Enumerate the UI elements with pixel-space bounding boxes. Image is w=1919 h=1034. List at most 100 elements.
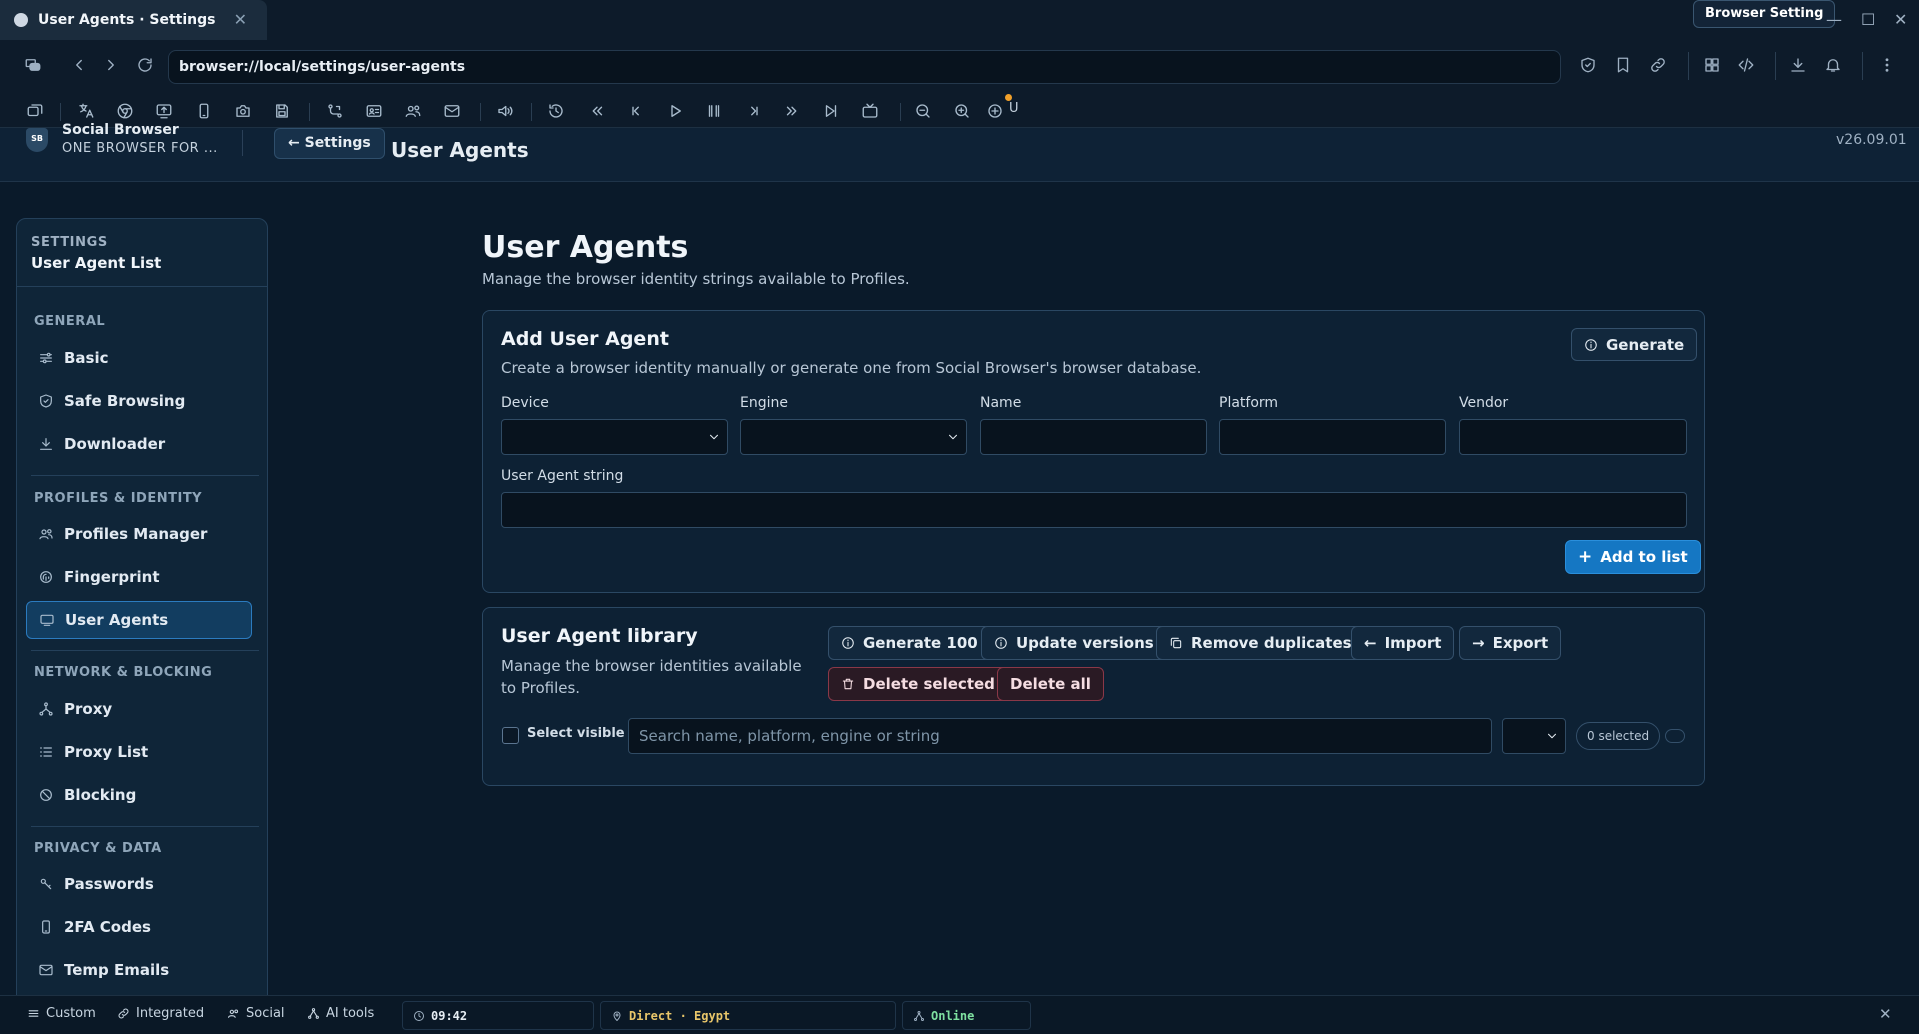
reload-icon[interactable] xyxy=(136,56,154,74)
mail-icon[interactable] xyxy=(443,102,461,120)
add-to-list-button[interactable]: + Add to list xyxy=(1565,540,1701,574)
brand-tagline: ONE BROWSER FOR ... xyxy=(62,141,218,156)
tv-icon[interactable] xyxy=(861,102,879,120)
rewind-icon[interactable] xyxy=(588,102,606,120)
network-icon xyxy=(307,1007,320,1020)
library-search-input[interactable]: Search name, platform, engine or string xyxy=(628,718,1492,754)
sidebar-group-privacy: PRIVACY & DATA xyxy=(34,841,162,856)
history-icon[interactable] xyxy=(547,102,565,120)
devtools-icon[interactable] xyxy=(1737,56,1755,74)
notification-dot xyxy=(1005,94,1012,101)
status-social[interactable]: Social xyxy=(227,1006,285,1021)
info-icon xyxy=(841,636,855,650)
user-indicator-icon[interactable]: U xyxy=(1009,101,1019,116)
bookmark-icon[interactable] xyxy=(1614,56,1632,74)
tab-close-icon[interactable]: ✕ xyxy=(234,10,247,29)
screen-share-icon[interactable] xyxy=(155,102,173,120)
forward-icon[interactable] xyxy=(102,56,120,74)
phone-icon xyxy=(38,919,54,935)
translate-icon[interactable] xyxy=(77,102,95,120)
close-window-icon[interactable]: ✕ xyxy=(1894,10,1907,29)
chrome-icon[interactable] xyxy=(116,102,134,120)
play-icon[interactable] xyxy=(666,102,684,120)
delete-all-button[interactable]: Delete all xyxy=(997,667,1104,701)
sidebar-item-2fa-codes[interactable]: 2FA Codes xyxy=(26,908,252,946)
step-forward-icon[interactable] xyxy=(745,102,763,120)
engine-select[interactable] xyxy=(740,419,967,455)
vendor-input[interactable] xyxy=(1459,419,1687,455)
delete-selected-label: Delete selected xyxy=(863,675,995,693)
import-button[interactable]: ← Import xyxy=(1351,626,1455,660)
separator xyxy=(60,103,61,121)
sidebar-kicker: SETTINGS xyxy=(31,235,108,250)
tab-title: User Agents · Settings xyxy=(38,12,216,28)
brand-name: Social Browser xyxy=(62,122,179,138)
device-select[interactable] xyxy=(501,419,728,455)
bell-icon[interactable] xyxy=(1824,56,1842,74)
remove-duplicates-button[interactable]: Remove duplicates xyxy=(1156,626,1365,660)
step-back-icon[interactable] xyxy=(627,102,645,120)
select-visible-checkbox[interactable] xyxy=(502,727,519,744)
sidebar-item-downloader[interactable]: Downloader xyxy=(26,425,252,463)
update-versions-label: Update versions xyxy=(1016,634,1154,652)
sidebar-item-basic[interactable]: Basic xyxy=(26,339,252,377)
sidebar-item-temp-emails[interactable]: Temp Emails xyxy=(26,951,252,989)
sidebar-item-profiles-manager[interactable]: Profiles Manager xyxy=(26,515,252,553)
workflow-icon[interactable] xyxy=(326,102,344,120)
address-bar[interactable]: browser://local/settings/user-agents xyxy=(168,50,1561,84)
back-to-settings-button[interactable]: ← Settings xyxy=(274,128,385,159)
shield-check-icon[interactable] xyxy=(1579,56,1597,74)
sidebar-item-blocking[interactable]: Blocking xyxy=(26,776,252,814)
generate-100-button[interactable]: Generate 100 xyxy=(828,626,991,660)
vpn-icon[interactable] xyxy=(986,102,1004,120)
sidebar-group-network: NETWORK & BLOCKING xyxy=(34,665,213,680)
download-icon[interactable] xyxy=(1789,56,1807,74)
zoom-in-icon[interactable] xyxy=(953,102,971,120)
sidebar-item-fingerprint[interactable]: Fingerprint xyxy=(26,558,252,596)
id-card-icon[interactable] xyxy=(365,102,383,120)
minimize-icon[interactable]: — xyxy=(1826,10,1842,29)
windows-icon[interactable] xyxy=(26,102,44,120)
ua-string-input[interactable] xyxy=(501,492,1687,528)
export-button[interactable]: → Export xyxy=(1459,626,1562,660)
zoom-out-icon[interactable] xyxy=(914,102,932,120)
accounts-icon[interactable] xyxy=(404,102,422,120)
maximize-icon[interactable]: ☐ xyxy=(1861,10,1875,29)
ua-string-label: User Agent string xyxy=(501,468,624,484)
sidebar-item-proxy[interactable]: Proxy xyxy=(26,690,252,728)
update-versions-button[interactable]: Update versions xyxy=(981,626,1167,660)
sidebar-item-safe-browsing[interactable]: Safe Browsing xyxy=(26,382,252,420)
status-integrated[interactable]: Integrated xyxy=(117,1006,204,1021)
status-custom[interactable]: Custom xyxy=(27,1006,96,1021)
menu-icon[interactable] xyxy=(24,56,42,74)
mobile-icon[interactable] xyxy=(195,102,213,120)
separator xyxy=(309,103,310,121)
pause-icon[interactable] xyxy=(705,102,723,120)
save-icon[interactable] xyxy=(273,102,291,120)
sidebar-item-proxy-list[interactable]: Proxy List xyxy=(26,733,252,771)
more-menu-icon[interactable] xyxy=(1878,56,1896,74)
browser-setting-badge[interactable]: Browser Setting xyxy=(1693,0,1836,28)
delete-selected-button[interactable]: Delete selected xyxy=(828,667,1008,701)
camera-icon[interactable] xyxy=(234,102,252,120)
filter-select[interactable] xyxy=(1502,718,1566,754)
skip-end-icon[interactable] xyxy=(822,102,840,120)
extensions-icon[interactable] xyxy=(1703,56,1721,74)
proxy-status-box[interactable]: Direct · Egypt xyxy=(600,1001,896,1030)
status-ai-tools[interactable]: AI tools xyxy=(307,1006,374,1021)
link-icon[interactable] xyxy=(1649,56,1667,74)
delete-all-label: Delete all xyxy=(1010,675,1091,693)
name-input[interactable] xyxy=(980,419,1207,455)
block-icon xyxy=(38,787,54,803)
generate-button[interactable]: Generate xyxy=(1571,328,1698,361)
fast-forward-icon[interactable] xyxy=(783,102,801,120)
browser-tab[interactable]: User Agents · Settings ✕ xyxy=(0,0,267,40)
speaker-icon[interactable] xyxy=(496,102,514,120)
sidebar-item-label: Downloader xyxy=(64,435,166,453)
sidebar-item-user-agents[interactable]: User Agents xyxy=(26,601,252,639)
back-icon[interactable] xyxy=(70,56,88,74)
sidebar-item-passwords[interactable]: Passwords xyxy=(26,865,252,903)
sidebar-header: SETTINGS User Agent List xyxy=(17,219,267,287)
close-statusbar-icon[interactable]: ✕ xyxy=(1879,1005,1892,1023)
platform-input[interactable] xyxy=(1219,419,1446,455)
